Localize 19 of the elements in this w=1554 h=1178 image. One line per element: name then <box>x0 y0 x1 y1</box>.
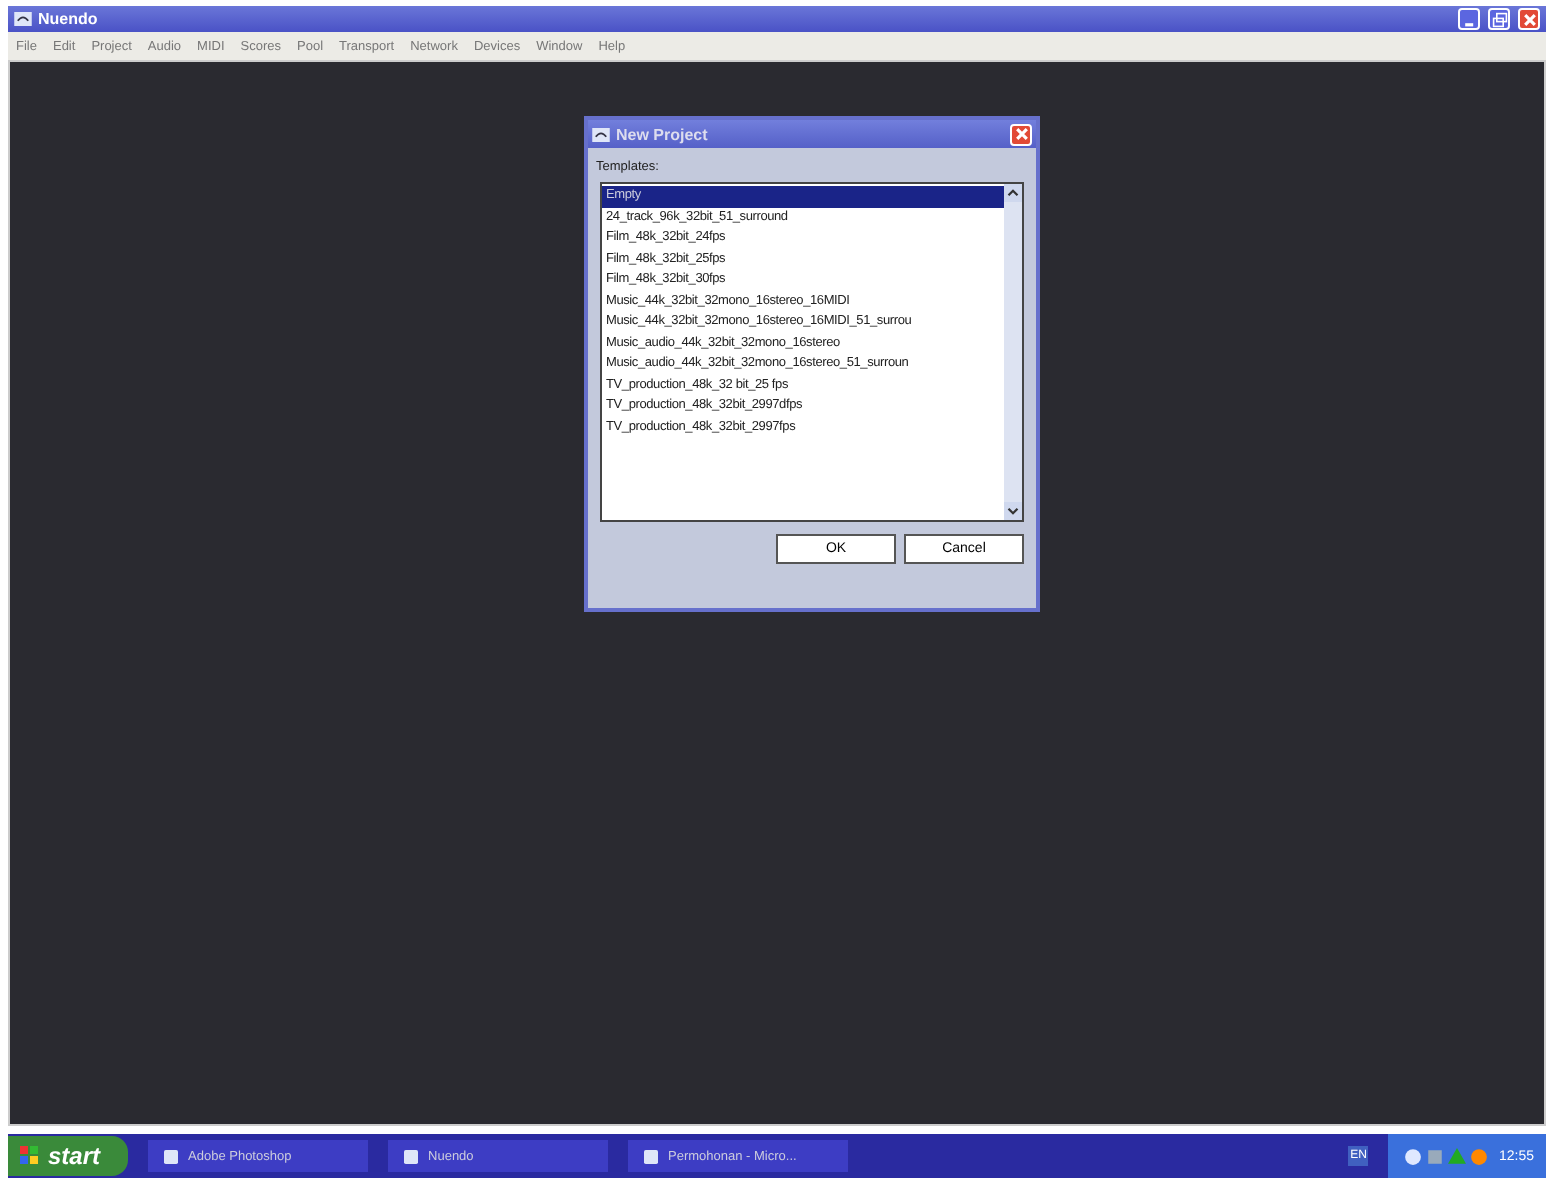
app-icon <box>644 1149 659 1163</box>
windows-logo <box>20 1146 40 1166</box>
close-button[interactable] <box>1010 123 1032 145</box>
restore-icon <box>1491 11 1507 27</box>
dialog-title: New Project <box>616 125 708 143</box>
scrollbar[interactable] <box>1004 184 1022 520</box>
close-icon <box>1521 11 1537 27</box>
minimize-button[interactable] <box>1458 8 1480 30</box>
scroll-up-icon[interactable] <box>1004 184 1022 202</box>
app-icon <box>404 1149 419 1163</box>
app-icon <box>592 127 610 141</box>
window-title: Nuendo <box>38 10 98 28</box>
close-button[interactable] <box>1518 8 1540 30</box>
restore-button[interactable] <box>1488 8 1510 30</box>
start-button[interactable]: start <box>8 1136 129 1176</box>
app-icon <box>164 1149 179 1163</box>
scroll-down-icon[interactable] <box>1004 502 1022 520</box>
close-icon <box>1013 126 1029 142</box>
app-icon <box>14 12 32 26</box>
